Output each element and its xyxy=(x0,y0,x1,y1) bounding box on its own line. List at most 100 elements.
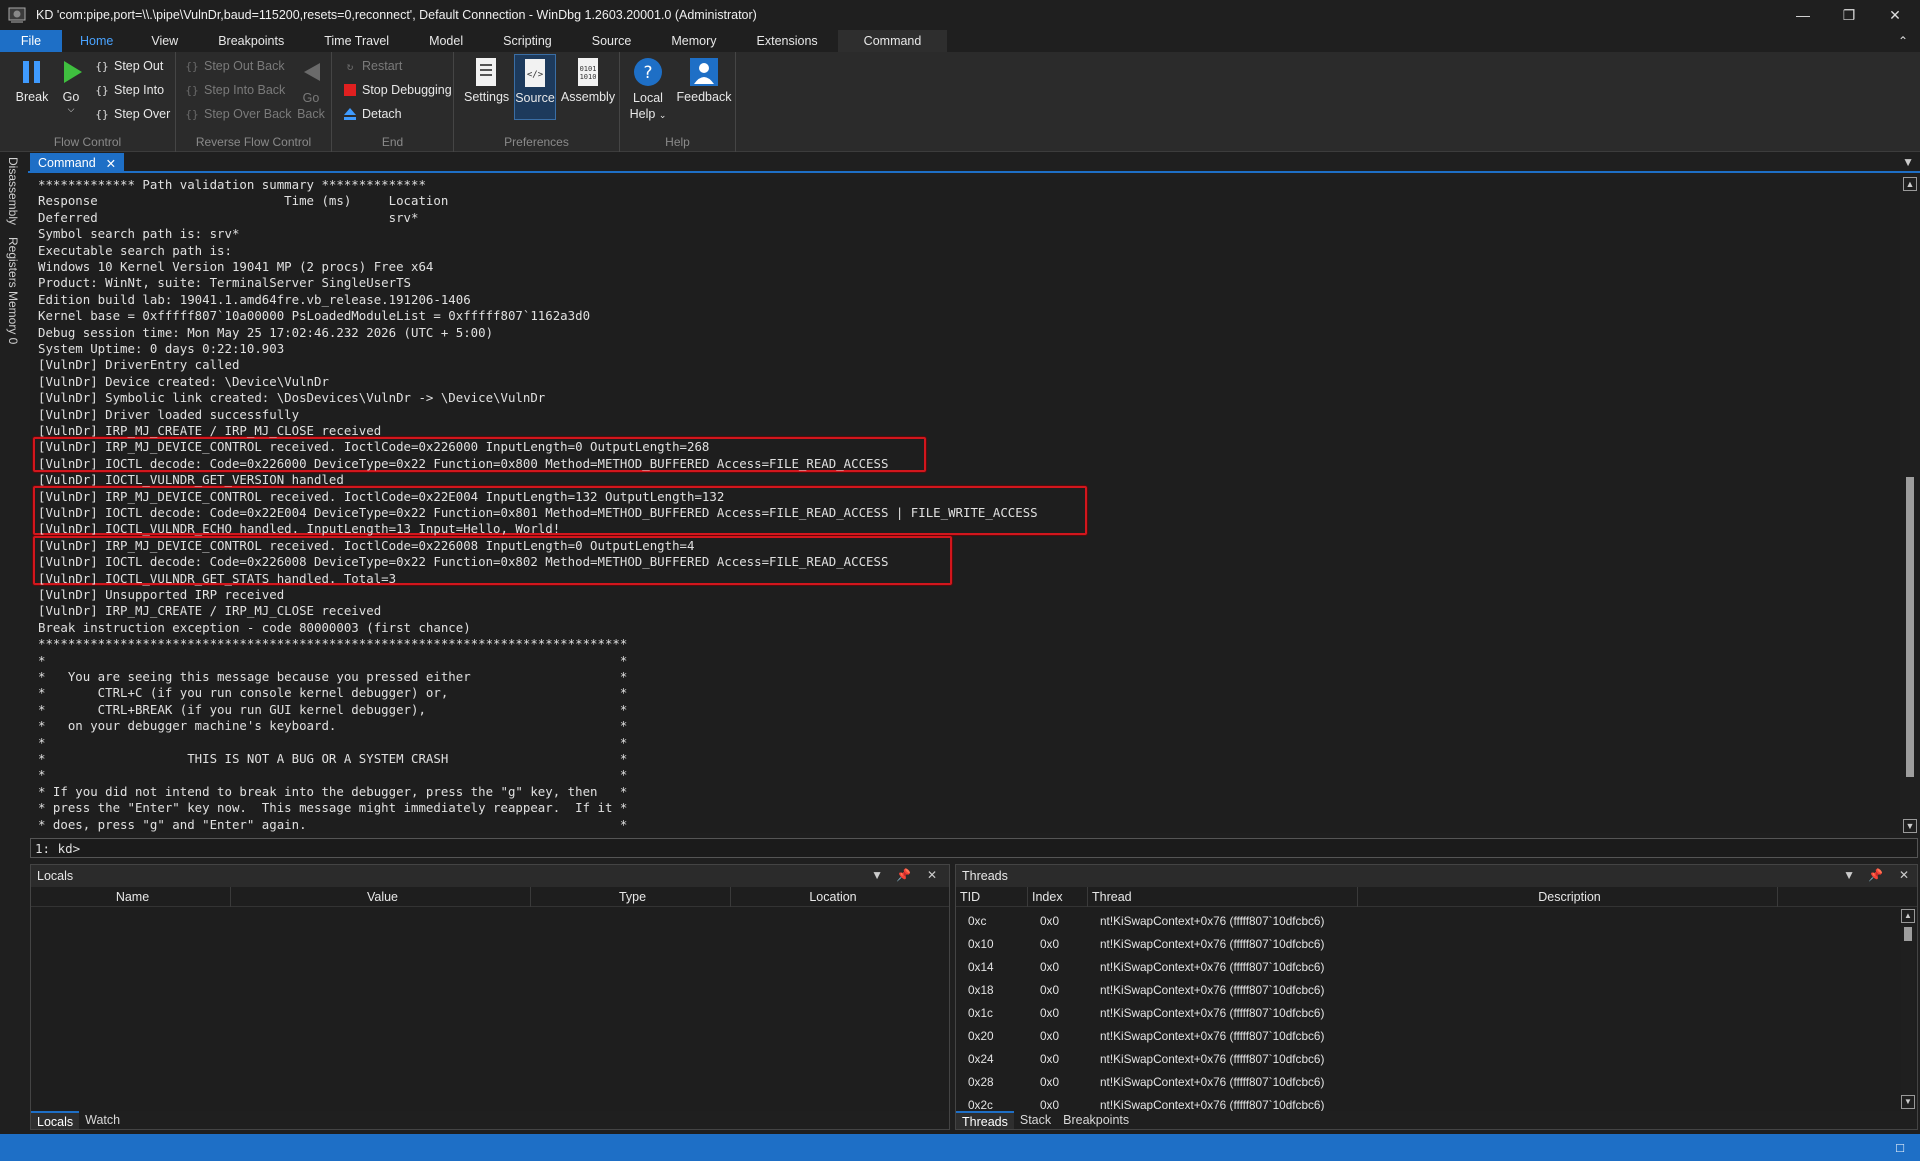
threads-scrollbar[interactable]: ▲ ▼ xyxy=(1901,909,1915,1109)
assembly-binary-icon: 0101 1010 xyxy=(572,56,604,88)
column-location[interactable]: Location xyxy=(731,887,931,907)
output-line: Product: WinNt, suite: TerminalServer Si… xyxy=(38,275,411,291)
stop-debugging-button[interactable]: Stop Debugging xyxy=(342,80,452,100)
tab-locals[interactable]: Locals xyxy=(31,1111,80,1129)
break-button[interactable]: Break xyxy=(14,56,50,104)
local-help-button[interactable]: ? Local Help ⌄ xyxy=(628,56,668,123)
column-thread[interactable]: Thread xyxy=(1088,887,1358,907)
step-into-label: Step Into xyxy=(114,83,165,97)
column-type[interactable]: Type xyxy=(531,887,731,907)
kd-prompt: 1: kd> xyxy=(35,840,81,856)
restart-button[interactable]: ↻ Restart xyxy=(342,56,403,76)
thread-tid: 0x14 xyxy=(968,959,994,974)
tab-command-window[interactable]: Command ✕ xyxy=(30,153,125,173)
thread-row[interactable]: 0x1c 0x0 nt!KiSwapContext+0x76 (fffff807`1… xyxy=(956,1001,1897,1024)
column-description[interactable]: Description xyxy=(1358,887,1778,907)
output-line: * press the "Enter" key now. This messag… xyxy=(38,800,628,816)
pin-icon[interactable]: 📌 xyxy=(1868,868,1883,882)
end-group: ↻ Restart Stop Debugging Detach End xyxy=(332,52,454,152)
thread-row[interactable]: 0x18 0x0 nt!KiSwapContext+0x76 (fffff807`1… xyxy=(956,978,1897,1001)
close-icon[interactable]: ✕ xyxy=(1899,868,1909,882)
settings-button[interactable]: Settings xyxy=(464,56,509,104)
output-line: * * xyxy=(38,652,628,668)
reverse-flow-group: {} Step Out Back {} Step Into Back {} Step … xyxy=(176,52,332,152)
source-button[interactable]: </> Source xyxy=(514,54,556,120)
output-line: * If you did not intend to break into th… xyxy=(38,783,628,799)
output-line: System Uptime: 0 days 0:22:10.903 xyxy=(38,341,285,356)
tab-home[interactable]: Home xyxy=(62,30,131,52)
scroll-down-icon[interactable]: ▼ xyxy=(1901,1095,1915,1109)
ribbon-collapse-icon[interactable]: ⌃ xyxy=(1898,30,1908,52)
step-into-button[interactable]: {} Step Into xyxy=(94,80,164,100)
tab-memory-0[interactable]: Memory 0 xyxy=(6,291,20,344)
thread-row[interactable]: 0x10 0x0 nt!KiSwapContext+0x76 (fffff807`1… xyxy=(956,932,1897,955)
thread-row[interactable]: 0x28 0x0 nt!KiSwapContext+0x76 (fffff807`1… xyxy=(956,1070,1897,1093)
thread-index: 0x0 xyxy=(1040,936,1060,951)
go-back-button[interactable]: Go Back xyxy=(296,56,326,122)
column-tid[interactable]: TID xyxy=(956,887,1028,907)
tab-scripting[interactable]: Scripting xyxy=(483,30,572,52)
tab-source[interactable]: Source xyxy=(572,30,652,52)
tab-breakpoints-panel[interactable]: Breakpoints xyxy=(1057,1111,1135,1129)
command-output[interactable]: ************* Path validation summary **… xyxy=(30,177,1900,833)
tab-file[interactable]: File xyxy=(0,30,62,52)
chat-icon[interactable]: □ xyxy=(1896,1140,1904,1155)
go-button[interactable]: Go ⌵ xyxy=(56,56,86,115)
feedback-button[interactable]: Feedback xyxy=(676,56,732,104)
output-line: [VulnDr] IRP_MJ_DEVICE_CONTROL received.… xyxy=(38,439,710,455)
thread-row[interactable]: 0x24 0x0 nt!KiSwapContext+0x76 (fffff807`1… xyxy=(956,1047,1897,1070)
step-over-button[interactable]: {} Step Over xyxy=(94,104,170,124)
command-input[interactable] xyxy=(80,839,1917,857)
output-line: * * xyxy=(38,734,628,750)
restore-button[interactable]: ❐ xyxy=(1826,0,1872,30)
assembly-button[interactable]: 0101 1010 Assembly xyxy=(560,56,616,104)
column-name[interactable]: Name xyxy=(31,887,231,907)
thread-row[interactable]: 0x20 0x0 nt!KiSwapContext+0x76 (fffff807`1… xyxy=(956,1024,1897,1047)
preferences-group: Settings </> Source 0101 1010 Assembly Pr… xyxy=(454,52,620,152)
chevron-down-icon[interactable]: ⌵ xyxy=(56,104,86,115)
dropdown-icon[interactable]: ▼ xyxy=(1843,868,1855,882)
step-out-back-button[interactable]: {} Step Out Back xyxy=(184,56,284,76)
scroll-down-icon[interactable]: ▼ xyxy=(1903,819,1917,833)
output-scrollbar[interactable]: ▲ ▼ xyxy=(1902,177,1918,833)
output-line: * CTRL+C (if you run console kernel debu… xyxy=(38,685,628,701)
tab-watch[interactable]: Watch xyxy=(79,1111,126,1129)
output-line: [VulnDr] IOCTL decode: Code=0x226000 Dev… xyxy=(38,455,889,471)
tab-stack[interactable]: Stack xyxy=(1014,1111,1057,1129)
scrollbar-thumb[interactable] xyxy=(1904,927,1912,941)
play-icon xyxy=(56,56,88,88)
close-button[interactable]: ✕ xyxy=(1872,0,1918,30)
thread-row[interactable]: 0xc 0x0 nt!KiSwapContext+0x76 (fffff807`10… xyxy=(956,909,1897,932)
dropdown-icon[interactable]: ▼ xyxy=(871,868,883,882)
close-icon[interactable]: ✕ xyxy=(927,868,937,882)
step-out-button[interactable]: {} Step Out xyxy=(94,56,163,76)
tab-memory[interactable]: Memory xyxy=(651,30,736,52)
tab-view[interactable]: View xyxy=(131,30,198,52)
scroll-up-icon[interactable]: ▲ xyxy=(1901,909,1915,923)
scroll-up-icon[interactable]: ▲ xyxy=(1903,177,1917,191)
tab-registers[interactable]: Registers xyxy=(6,237,20,288)
window-menu-icon[interactable]: ▼ xyxy=(1902,155,1914,169)
column-index[interactable]: Index xyxy=(1028,887,1088,907)
tab-time-travel[interactable]: Time Travel xyxy=(304,30,409,52)
pin-icon[interactable]: 📌 xyxy=(896,868,911,882)
tab-breakpoints[interactable]: Breakpoints xyxy=(198,30,304,52)
step-into-back-button[interactable]: {} Step Into Back xyxy=(184,80,285,100)
thread-tid: 0x18 xyxy=(968,982,994,997)
step-over-back-button[interactable]: {} Step Over Back xyxy=(184,104,291,124)
thread-row[interactable]: 0x14 0x0 nt!KiSwapContext+0x76 (fffff807`1… xyxy=(956,955,1897,978)
go-back-label: Go Back xyxy=(297,91,325,121)
detach-button[interactable]: Detach xyxy=(342,104,402,124)
close-icon[interactable]: ✕ xyxy=(106,156,116,171)
column-value[interactable]: Value xyxy=(231,887,531,907)
output-line: [VulnDr] IRP_MJ_DEVICE_CONTROL received.… xyxy=(38,537,695,553)
minimize-button[interactable]: — xyxy=(1780,0,1826,30)
scrollbar-thumb[interactable] xyxy=(1906,477,1914,777)
stop-icon xyxy=(342,82,358,98)
tab-model[interactable]: Model xyxy=(409,30,483,52)
windbg-app-icon[interactable] xyxy=(4,2,30,28)
tab-disassembly[interactable]: Disassembly xyxy=(6,157,20,225)
tab-command[interactable]: Command xyxy=(837,30,948,52)
tab-extensions[interactable]: Extensions xyxy=(737,30,838,52)
tab-threads[interactable]: Threads xyxy=(956,1111,1014,1129)
